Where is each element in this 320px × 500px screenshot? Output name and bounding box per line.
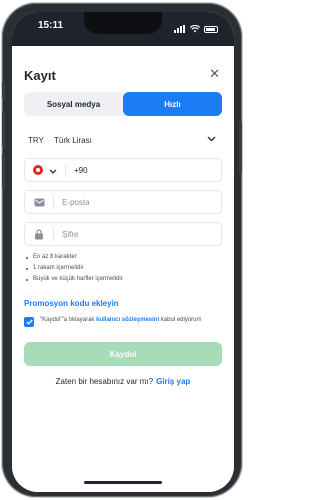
login-prompt: Zaten bir hesabınız var mı? [55,377,154,386]
phone-field[interactable]: +90 [24,158,222,182]
status-time: 15:11 [38,20,64,31]
notch [84,12,162,34]
screen: 15:11 Kayıt ✕ Sosyal medya Hızlı TRY Tür… [12,12,234,492]
divider [53,227,54,241]
login-link[interactable]: Giriş yap [156,377,190,386]
password-placeholder: Şifre [62,229,79,239]
password-rule: 1 rakam içermelidir [26,263,123,274]
lock-icon [33,228,45,240]
page-title: Kayıt [24,68,56,83]
agreement-text: "Kaydol"'a tıklayarak kullanıcı sözleşme… [40,316,202,327]
currency-select[interactable]: TRY Türk Lirası [24,128,222,152]
status-icons [174,20,218,38]
close-icon[interactable]: ✕ [209,67,220,80]
phone-frame: 15:11 Kayıt ✕ Sosyal medya Hızlı TRY Tür… [2,3,242,497]
agreement-text-after: kabul ediyorum [159,317,202,323]
tab-social-media[interactable]: Sosyal medya [24,92,123,116]
currency-name: Türk Lirası [54,135,92,145]
tab-quick[interactable]: Hızlı [123,92,222,116]
signup-sheet: Kayıt ✕ Sosyal medya Hızlı TRY Türk Lira… [12,52,234,492]
password-field[interactable]: Şifre [24,222,222,246]
add-promo-code-link[interactable]: Promosyon kodu ekleyin [24,299,119,308]
password-rules: En az 8 karakter 1 rakam içermelidir Büy… [26,252,123,285]
wifi-icon [189,20,201,38]
home-indicator [84,481,162,484]
divider [53,195,54,209]
signup-method-tabs: Sosyal medya Hızlı [24,92,222,116]
power-button [239,121,242,173]
email-field[interactable]: E-posta [24,190,222,214]
agreement-text-before: "Kaydol"'a tıklayarak [40,317,97,323]
register-button[interactable]: Kaydol [24,342,222,366]
login-row: Zaten bir hesabınız var mı? Giriş yap [12,377,234,386]
user-agreement-link[interactable]: kullanıcı sözleşmesini [96,317,159,323]
password-rule: Büyük ve küçük harfler içermelidir [26,274,123,285]
envelope-icon [33,196,45,208]
email-placeholder: E-posta [62,197,90,207]
signal-icon [174,25,186,33]
volume-down-button [2,153,5,189]
divider [65,163,66,177]
agreement-row: "Kaydol"'a tıklayarak kullanıcı sözleşme… [24,316,222,327]
agreement-checkbox[interactable] [24,317,34,327]
phone-prefix: +90 [74,165,88,175]
silent-switch [2,81,5,99]
battery-icon [204,25,218,33]
volume-up-button [2,111,5,147]
chevron-down-icon[interactable] [49,161,57,179]
turkey-flag-icon[interactable] [33,165,43,175]
password-rule: En az 8 karakter [26,252,123,263]
currency-code: TRY [28,135,44,145]
check-icon [25,319,33,325]
chevron-down-icon [207,135,216,144]
status-bar: 15:11 [12,12,234,46]
